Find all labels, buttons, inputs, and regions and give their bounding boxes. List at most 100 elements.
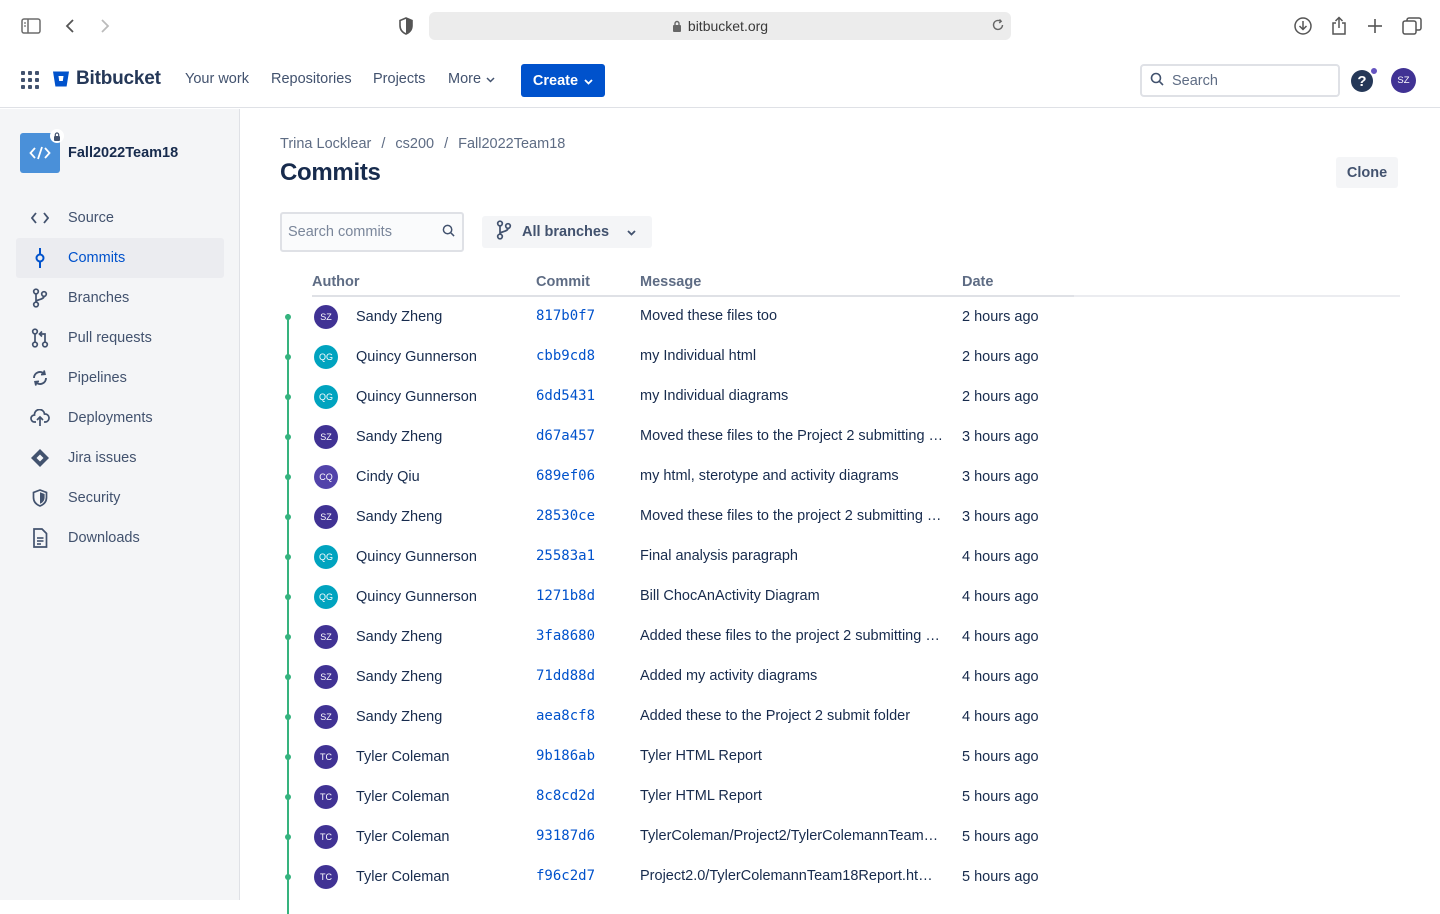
commit-hash-link[interactable]: f96c2d7 (536, 868, 595, 884)
commit-hash-link[interactable]: 9b186ab (536, 748, 595, 764)
commit-message[interactable]: Project2.0/TylerColemannTeam18Report.htm… (640, 868, 944, 884)
commit-graph-node (285, 834, 291, 840)
forward-icon[interactable] (93, 14, 117, 38)
branch-filter-label: All branches (522, 224, 610, 240)
commit-row[interactable]: QG Quincy Gunnerson cbb9cd8 my Individual h… (280, 337, 1400, 377)
commit-row[interactable]: QG Quincy Gunnerson 1271b8d Bill ChocAnActi… (280, 577, 1400, 617)
nav-your-work[interactable]: Your work (185, 71, 249, 87)
bitbucket-logo[interactable]: Bitbucket (52, 68, 161, 90)
commit-message[interactable]: TylerColeman/Project2/TylerColemannTeam1… (640, 828, 944, 844)
commit-author: Cindy Qiu (356, 469, 420, 485)
global-search-input[interactable]: Search (1140, 64, 1340, 97)
commit-row[interactable]: QG Quincy Gunnerson 6dd5431 my Individual d… (280, 377, 1400, 417)
new-tab-icon[interactable] (1363, 14, 1387, 38)
commit-date: 3 hours ago (962, 469, 1039, 485)
downloads-icon[interactable] (1291, 14, 1315, 38)
commit-hash-link[interactable]: 3fa8680 (536, 628, 595, 644)
sidebar-item-branches[interactable]: Branches (16, 278, 224, 318)
commit-hash-link[interactable]: 93187d6 (536, 828, 595, 844)
commit-hash-link[interactable]: 689ef06 (536, 468, 595, 484)
help-icon[interactable]: ? (1351, 70, 1373, 92)
share-icon[interactable] (1327, 14, 1351, 38)
commit-hash-link[interactable]: 25583a1 (536, 548, 595, 564)
author-avatar: SZ (314, 705, 338, 729)
commit-row[interactable]: TC Tyler Coleman 9b186ab Tyler HTML Report 5… (280, 737, 1400, 777)
search-commits-input[interactable]: Search commits (280, 212, 464, 252)
app-switcher-icon[interactable] (21, 71, 39, 94)
nav-projects[interactable]: Projects (373, 71, 425, 87)
commit-author: Tyler Coleman (356, 749, 450, 765)
sidebar-item-pipelines[interactable]: Pipelines (16, 358, 224, 398)
commit-message[interactable]: Bill ChocAnActivity Diagram (640, 588, 944, 604)
commit-row[interactable]: SZ Sandy Zheng d67a457 Moved these files to… (280, 417, 1400, 457)
commit-hash-link[interactable]: 28530ce (536, 508, 595, 524)
breadcrumb-separator: / (444, 136, 449, 152)
user-avatar[interactable]: SZ (1391, 68, 1416, 93)
sidebar-item-downloads[interactable]: Downloads (16, 518, 224, 558)
repository-header[interactable]: Fall2022Team18 (20, 129, 178, 173)
commit-row[interactable]: SZ Sandy Zheng 71dd88d Added my activity di… (280, 657, 1400, 697)
author-avatar: QG (314, 585, 338, 609)
commit-hash-link[interactable]: 6dd5431 (536, 388, 595, 404)
commit-graph-node (285, 474, 291, 480)
sidebar-item-source[interactable]: Source (16, 198, 224, 238)
commit-row[interactable]: TC Tyler Coleman f96c2d7 Project2.0/TylerCo… (280, 857, 1400, 897)
commit-message[interactable]: Moved these files to the Project 2 submi… (640, 428, 944, 444)
sidebar-item-label: Deployments (68, 410, 153, 426)
create-button[interactable]: Create (521, 64, 605, 97)
nav-more[interactable]: More (448, 71, 495, 87)
commit-hash-link[interactable]: 817b0f7 (536, 308, 595, 324)
commit-row[interactable]: SZ Sandy Zheng aea8cf8 Added these to the P… (280, 697, 1400, 737)
sidebar-item-pull-requests[interactable]: Pull requests (16, 318, 224, 358)
breadcrumb-project[interactable]: cs200 (395, 136, 434, 152)
sidebar-item-commits[interactable]: Commits (16, 238, 224, 278)
commit-hash-link[interactable]: 71dd88d (536, 668, 595, 684)
tab-overview-icon[interactable] (1400, 14, 1424, 38)
commit-hash-link[interactable]: cbb9cd8 (536, 348, 595, 364)
commit-author: Sandy Zheng (356, 709, 443, 725)
commit-message[interactable]: my Individual html (640, 348, 944, 364)
commit-message[interactable]: Added my activity diagrams (640, 668, 944, 684)
commit-hash-link[interactable]: 1271b8d (536, 588, 595, 604)
pipelines-icon (30, 368, 50, 388)
clone-button[interactable]: Clone (1336, 157, 1398, 188)
commit-message[interactable]: Added these to the Project 2 submit fold… (640, 708, 944, 724)
author-avatar: QG (314, 345, 338, 369)
commit-row[interactable]: SZ Sandy Zheng 3fa8680 Added these files to… (280, 617, 1400, 657)
commit-message[interactable]: Moved these files too (640, 308, 944, 324)
commit-row[interactable]: SZ Sandy Zheng 817b0f7 Moved these files to… (280, 297, 1400, 337)
address-bar[interactable]: bitbucket.org (429, 12, 1011, 40)
commit-row[interactable]: TC Tyler Coleman 93187d6 TylerColeman/Proje… (280, 817, 1400, 857)
branch-filter-dropdown[interactable]: All branches (482, 216, 652, 248)
commit-row[interactable]: QG Quincy Gunnerson 25583a1 Final analysis … (280, 537, 1400, 577)
nav-repositories[interactable]: Repositories (271, 71, 352, 87)
breadcrumb-owner[interactable]: Trina Locklear (280, 136, 371, 152)
sidebar-item-jira-issues[interactable]: Jira issues (16, 438, 224, 478)
commit-message[interactable]: Added these files to the project 2 submi… (640, 628, 944, 644)
commit-message[interactable]: Moved these files to the project 2 submi… (640, 508, 944, 524)
commit-author: Quincy Gunnerson (356, 589, 477, 605)
commit-message[interactable]: my Individual diagrams (640, 388, 944, 404)
commit-message[interactable]: my html, sterotype and activity diagrams (640, 468, 944, 484)
breadcrumb-repository[interactable]: Fall2022Team18 (458, 136, 565, 152)
commit-row[interactable]: TC Tyler Coleman 8c8cd2d Tyler HTML Report 5… (280, 777, 1400, 817)
commits-table-body: SZ Sandy Zheng 817b0f7 Moved these files to… (280, 297, 1400, 897)
author-avatar: CQ (314, 465, 338, 489)
commit-graph-node (285, 434, 291, 440)
commit-message[interactable]: Tyler HTML Report (640, 788, 944, 804)
sidebar-item-security[interactable]: Security (16, 478, 224, 518)
commit-message[interactable]: Tyler HTML Report (640, 748, 944, 764)
sidebar-item-deployments[interactable]: Deployments (16, 398, 224, 438)
sidebar-toggle-icon[interactable] (19, 14, 43, 38)
commit-message[interactable]: Final analysis paragraph (640, 548, 944, 564)
back-icon[interactable] (58, 14, 82, 38)
commit-hash-link[interactable]: aea8cf8 (536, 708, 595, 724)
sidebar-nav: Source Commits Branches Pull requests Pi… (16, 198, 224, 558)
commit-graph-node (285, 554, 291, 560)
reload-icon[interactable] (991, 18, 1005, 35)
commit-row[interactable]: SZ Sandy Zheng 28530ce Moved these files to… (280, 497, 1400, 537)
privacy-shield-icon[interactable] (394, 14, 418, 38)
commit-row[interactable]: CQ Cindy Qiu 689ef06 my html, sterotype and… (280, 457, 1400, 497)
commit-hash-link[interactable]: 8c8cd2d (536, 788, 595, 804)
commit-hash-link[interactable]: d67a457 (536, 428, 595, 444)
